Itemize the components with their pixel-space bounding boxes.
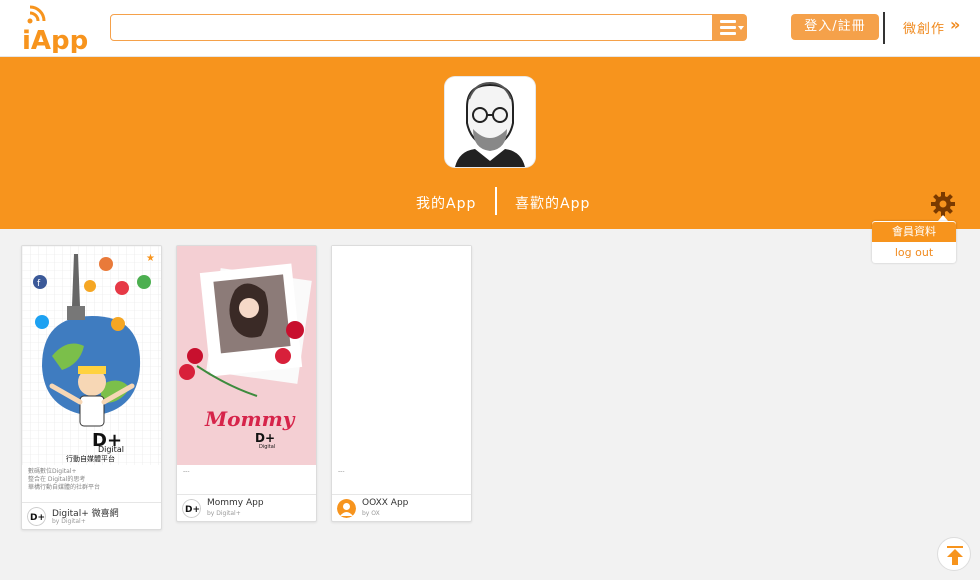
top-navbar: iApp 登入/註冊 微創作 » xyxy=(0,0,980,57)
double-chevron-right-icon[interactable]: » xyxy=(950,15,960,34)
svg-text:iApp: iApp xyxy=(22,26,88,53)
app-owner-icon: D+ xyxy=(182,499,201,518)
profile-tabs: 我的App 喜歡的App xyxy=(0,187,980,217)
app-author: by Digital+ xyxy=(52,518,86,525)
app-meta: D+ Mommy App by Digital+ xyxy=(177,494,316,520)
svg-text:Digital: Digital xyxy=(98,445,124,454)
app-description: 數碼數位Digital+ 整合在 Digital的思考 華構行動自媒體的社群平台 xyxy=(28,468,100,492)
app-name[interactable]: OOXX App xyxy=(362,498,408,508)
menu-item-logout[interactable]: log out xyxy=(872,243,956,263)
back-to-top-icon xyxy=(947,546,963,565)
app-description: --- xyxy=(183,468,190,476)
star-icon[interactable]: ★ xyxy=(146,253,155,264)
tab-divider xyxy=(495,187,497,215)
app-author: by OX xyxy=(362,510,380,517)
svg-text:Digital: Digital xyxy=(259,444,275,450)
settings-menu: 會員資料 log out xyxy=(872,221,956,263)
gear-icon[interactable] xyxy=(930,191,956,217)
app-meta: D+ Digital+ 微喜網 by Digital+ xyxy=(22,502,161,528)
tab-liked-app[interactable]: 喜歡的App xyxy=(515,193,590,213)
svg-text:行動自媒體平台: 行動自媒體平台 xyxy=(66,454,115,463)
desc-line: 數碼數位Digital+ xyxy=(28,468,77,475)
app-poster: f D+ Digital 行動自媒體平台 xyxy=(22,246,161,465)
app-card[interactable]: --- OOXX App by OX xyxy=(331,245,472,522)
micro-create-link[interactable]: 微創作 xyxy=(903,18,945,37)
svg-text:D+: D+ xyxy=(30,513,45,523)
desc-line: 華構行動自媒體的社群平台 xyxy=(28,484,101,491)
iapp-logo[interactable]: iApp xyxy=(20,3,90,56)
header-divider xyxy=(883,12,885,44)
app-poster xyxy=(332,246,471,465)
app-author: by Digital+ xyxy=(207,510,241,517)
desc-line: --- xyxy=(338,468,345,475)
svg-text:Mommy: Mommy xyxy=(204,407,296,431)
back-to-top-button[interactable] xyxy=(937,537,971,571)
search-menu-button[interactable] xyxy=(712,14,747,41)
app-name[interactable]: Mommy App xyxy=(207,498,264,508)
profile-banner: 我的App 喜歡的App xyxy=(0,57,980,229)
app-card[interactable]: Mommy D+ Digital --- D+ Mommy App by Dig… xyxy=(176,245,317,522)
app-owner-icon: D+ xyxy=(27,507,46,526)
app-card[interactable]: f D+ Digital 行動自媒體平台 數碼數位Digital+ 整合在 Di… xyxy=(21,245,162,530)
desc-line: --- xyxy=(183,468,190,475)
app-description: --- xyxy=(338,468,345,476)
app-poster: Mommy D+ Digital xyxy=(177,246,316,465)
tab-my-app[interactable]: 我的App xyxy=(416,193,476,213)
avatar xyxy=(445,77,535,167)
svg-text:D+: D+ xyxy=(185,505,200,515)
app-owner-icon xyxy=(337,499,356,518)
menu-item-member-info[interactable]: 會員資料 xyxy=(872,222,956,242)
search-input[interactable] xyxy=(110,14,714,41)
svg-text:D+: D+ xyxy=(255,431,275,445)
desc-line: 整合在 Digital的思考 xyxy=(28,476,86,483)
login-register-button[interactable]: 登入/註冊 xyxy=(791,14,879,40)
app-meta: OOXX App by OX xyxy=(332,494,471,520)
